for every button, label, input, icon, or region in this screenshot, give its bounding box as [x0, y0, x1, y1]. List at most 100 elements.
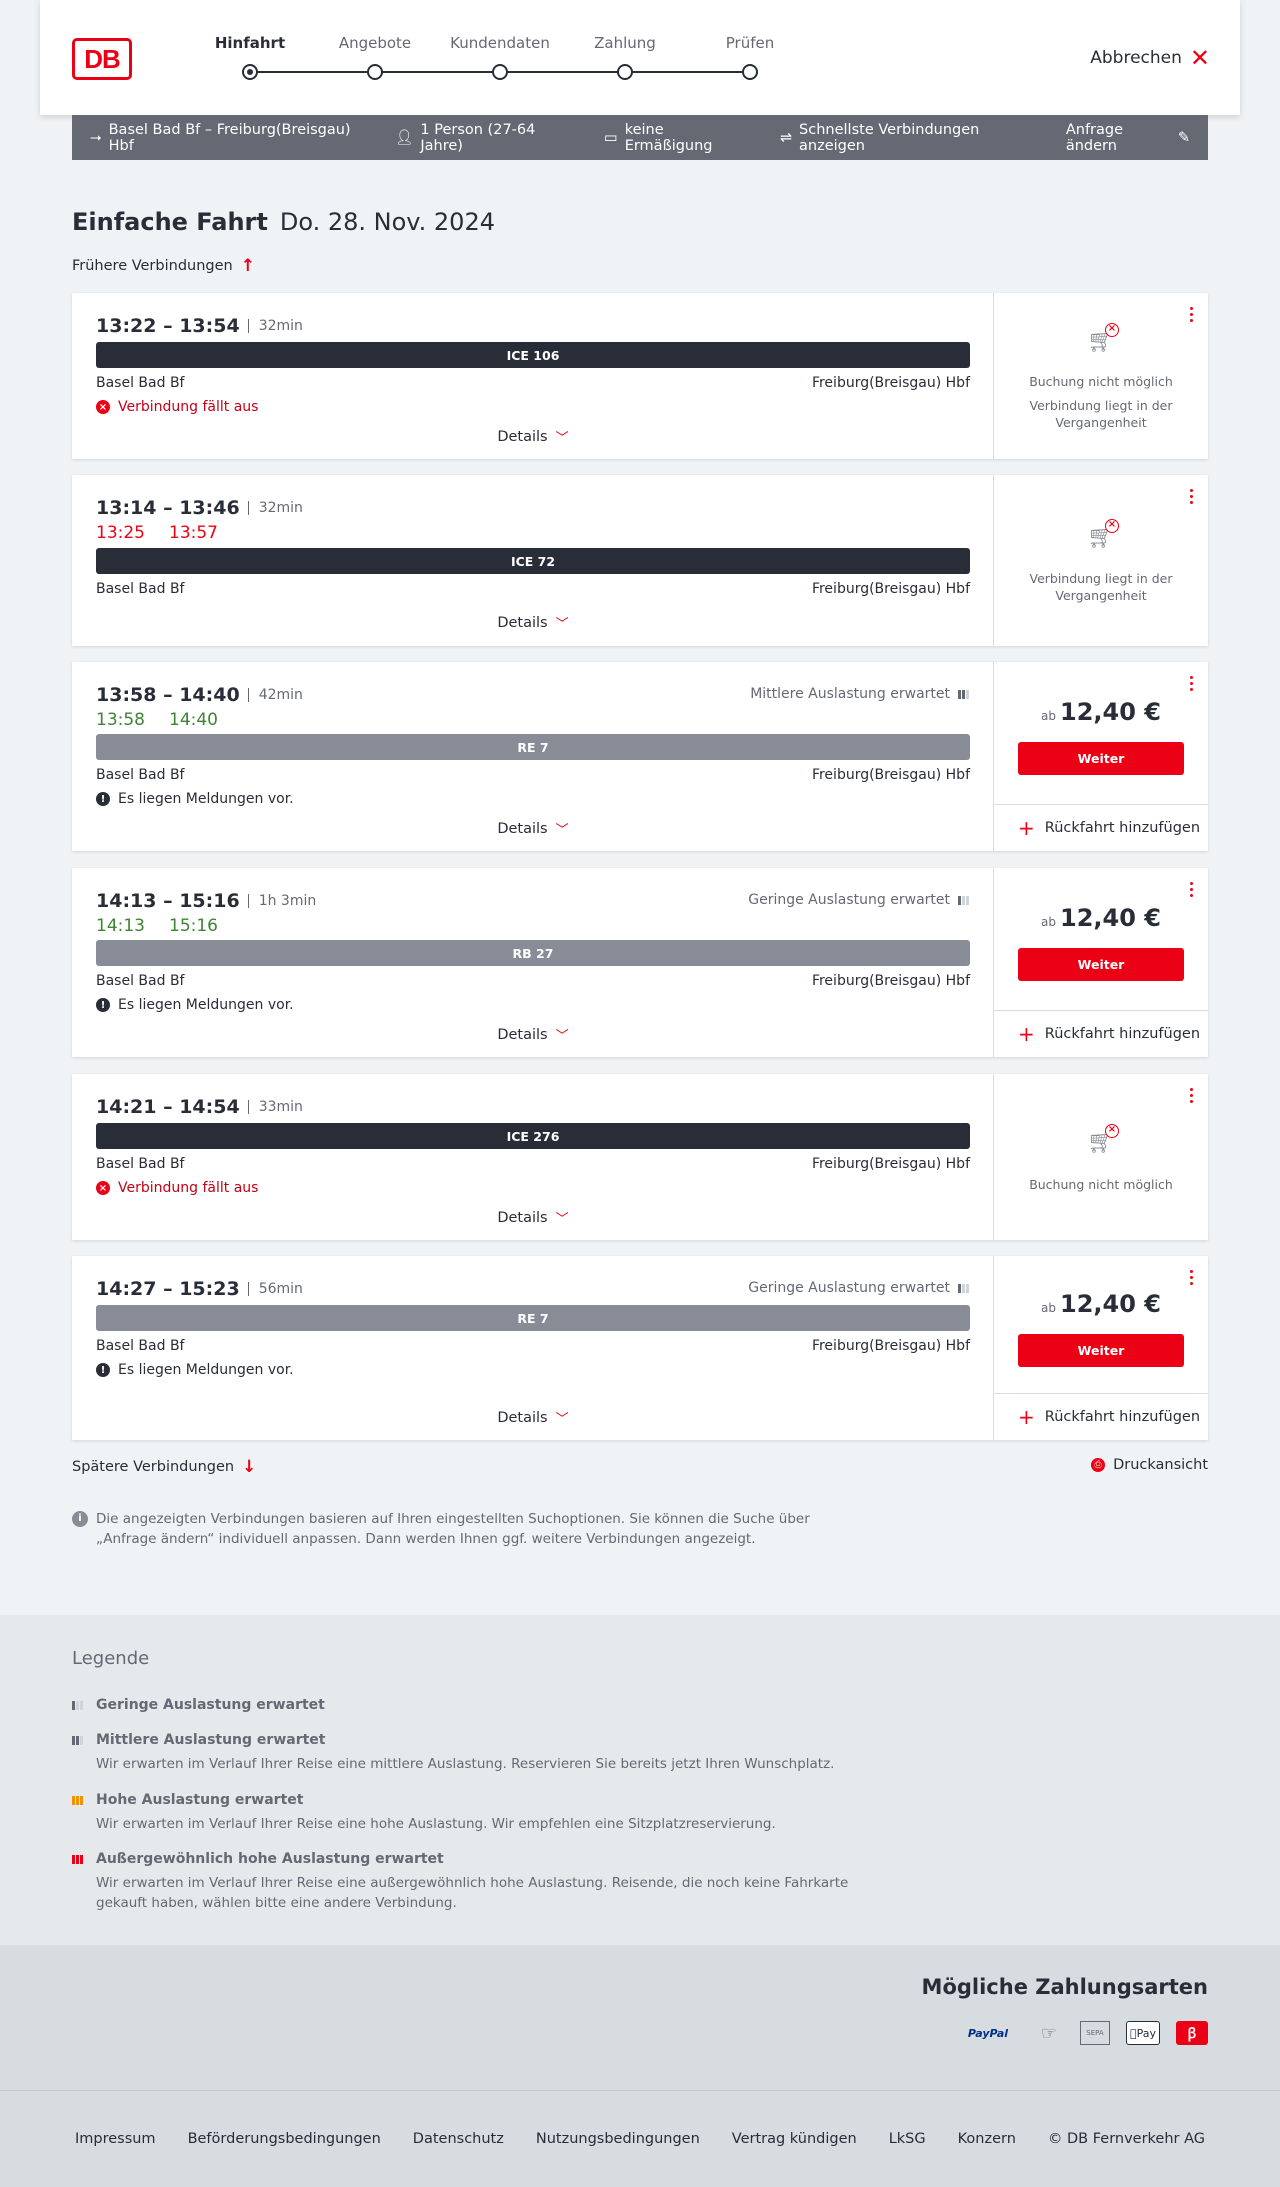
cart-unavailable-icon: 🛒︎ — [994, 323, 1208, 354]
more-options-icon[interactable] — [1188, 489, 1194, 504]
price-prefix: ab — [1041, 915, 1056, 929]
to-station: Freiburg(Breisgau) Hbf — [811, 767, 970, 783]
legend-title: Legende — [72, 1648, 150, 1669]
occupancy-icon — [958, 1283, 969, 1293]
more-options-icon[interactable] — [1188, 307, 1194, 322]
footer-link-impressum[interactable]: Impressum — [75, 2131, 156, 2147]
print-view-link[interactable]: ⎙ Druckansicht — [1091, 1457, 1208, 1473]
realtime-times: 14:13 15:16 — [96, 916, 218, 936]
step-kundendaten: Kundendaten — [440, 34, 560, 80]
notice-message[interactable]: ! Es liegen Meldungen vor. — [96, 997, 294, 1013]
cancel-icon: × — [96, 1181, 110, 1195]
paypal-icon: PayPal — [967, 2026, 1009, 2040]
to-station: Freiburg(Breisgau) Hbf — [811, 375, 970, 391]
train-bar[interactable]: ICE 276 — [96, 1123, 970, 1149]
occupancy-indicator: Geringe Auslastung erwartet — [748, 1280, 969, 1296]
cart-unavailable-icon: 🛒︎ — [994, 519, 1208, 550]
footer: Impressum Beförderungsbedingungen Datens… — [0, 2090, 1280, 2187]
details-label: Details — [497, 820, 548, 837]
realtime-arrival: 14:40 — [169, 710, 218, 730]
legend-item-low: Geringe Auslastung erwartet — [72, 1697, 852, 1713]
details-toggle[interactable]: Details ﹀ — [72, 1408, 994, 1428]
edit-label: Anfrage ändern — [1065, 121, 1124, 154]
booking-panel: 🛒︎ Buchung nicht möglich Verbindung lieg… — [994, 293, 1208, 459]
duration: 32min — [247, 319, 303, 333]
footer-link-konzern[interactable]: Konzern — [958, 2131, 1016, 2147]
details-toggle[interactable]: Details ﹀ — [72, 1208, 994, 1228]
more-options-icon[interactable] — [1188, 882, 1194, 897]
legend-item-desc: Wir erwarten im Verlauf Ihrer Reise eine… — [96, 1875, 849, 1911]
scheduled-times: 14:21 – 14:54 — [96, 1096, 240, 1118]
train-bar[interactable]: ICE 72 — [96, 548, 970, 574]
details-toggle[interactable]: Details ﹀ — [72, 613, 994, 633]
cancellation-message: × Verbindung fällt aus — [96, 399, 258, 415]
realtime-arrival: 15:16 — [169, 916, 218, 936]
earlier-label: Frühere Verbindungen — [72, 258, 233, 274]
more-options-icon[interactable] — [1188, 1270, 1194, 1285]
step-dot — [492, 64, 508, 80]
more-options-icon[interactable] — [1188, 676, 1194, 691]
step-hinfahrt[interactable]: Hinfahrt — [190, 34, 310, 80]
stations: Basel Bad Bf Freiburg(Breisgau) Hbf — [96, 1338, 970, 1354]
footer-link-befoerderung[interactable]: Beförderungsbedingungen — [188, 2131, 381, 2147]
train-bar[interactable]: RE 7 — [96, 734, 970, 760]
train-bar[interactable]: RE 7 — [96, 1305, 970, 1331]
from-station: Basel Bad Bf — [96, 375, 185, 391]
add-return-button[interactable]: + Rückfahrt hinzufügen — [994, 1393, 1208, 1440]
alert-icon: ! — [96, 1363, 110, 1377]
footer-link-lksg[interactable]: LkSG — [889, 2131, 926, 2147]
continue-button[interactable]: Weiter — [1018, 948, 1184, 981]
earlier-connections-link[interactable]: Frühere Verbindungen ↑ — [72, 256, 255, 276]
continue-button[interactable]: Weiter — [1018, 742, 1184, 775]
realtime-arrival: 13:57 — [169, 523, 218, 543]
stations: Basel Bad Bf Freiburg(Breisgau) Hbf — [96, 375, 970, 391]
connection-card: 13:22 – 13:54 32min ICE 106 Basel Bad Bf F… — [72, 293, 1208, 459]
step-label: Prüfen — [725, 34, 775, 52]
low-occupancy-icon — [72, 1700, 89, 1710]
details-label: Details — [497, 614, 548, 631]
legend-item-medium: Mittlere Auslastung erwartet Wir erwarte… — [72, 1732, 852, 1774]
footer-link-nutzung[interactable]: Nutzungsbedingungen — [536, 2131, 700, 2147]
payment-title: Mögliche Zahlungsarten — [921, 1975, 1208, 1999]
legend-item-title: Geringe Auslastung erwartet — [96, 1697, 325, 1713]
footer-link-kuendigen[interactable]: Vertrag kündigen — [732, 2131, 857, 2147]
connection-times: 14:21 – 14:54 33min — [96, 1096, 303, 1118]
footer-link-datenschutz[interactable]: Datenschutz — [413, 2131, 504, 2147]
step-label: Zahlung — [594, 34, 656, 52]
details-toggle[interactable]: Details ﹀ — [72, 819, 994, 839]
details-toggle[interactable]: Details ﹀ — [72, 1025, 994, 1045]
db-payment-icon: ꞵ — [1176, 2021, 1208, 2045]
message-label: Es liegen Meldungen vor. — [118, 1362, 294, 1378]
details-label: Details — [497, 1209, 548, 1226]
notice-message[interactable]: ! Es liegen Meldungen vor. — [96, 1362, 294, 1378]
step-label: Kundendaten — [450, 34, 550, 52]
connection-details: 13:14 – 13:46 32min 13:25 13:57 ICE 72 Bas… — [72, 475, 994, 646]
message-label: Verbindung fällt aus — [118, 1180, 259, 1196]
plus-icon: + — [1018, 816, 1035, 840]
realtime-times: 13:25 13:57 — [96, 523, 218, 543]
occupancy-label: Geringe Auslastung erwartet — [748, 892, 950, 908]
train-bar[interactable]: RB 27 — [96, 940, 970, 966]
occupancy-icon — [958, 895, 969, 905]
add-return-button[interactable]: + Rückfahrt hinzufügen — [994, 804, 1208, 851]
later-connections-link[interactable]: Spätere Verbindungen ↓ — [72, 1457, 256, 1477]
connection-details: 13:58 – 14:40 42min Mittlere Auslastung e… — [72, 662, 994, 851]
continue-button[interactable]: Weiter — [1018, 1334, 1184, 1367]
notice-message[interactable]: ! Es liegen Meldungen vor. — [96, 791, 294, 807]
connection-times: 14:13 – 15:16 1h 3min — [96, 890, 316, 912]
connection-times: 14:27 – 15:23 56min — [96, 1278, 303, 1300]
booking-panel: ab 12,40 € Weiter + Rückfahrt hinzufügen — [994, 868, 1208, 1057]
edit-request-button[interactable]: Anfrage ändern ✎ — [1066, 122, 1190, 154]
more-options-icon[interactable] — [1188, 1088, 1194, 1103]
cancel-button[interactable]: Abbrechen ✕ — [1090, 46, 1210, 70]
price-value: 12,40 € — [1060, 904, 1161, 932]
details-label: Details — [497, 1026, 548, 1043]
step-label: Angebote — [338, 34, 412, 52]
legend-item-title: Hohe Auslastung erwartet — [96, 1792, 304, 1808]
details-toggle[interactable]: Details ﹀ — [72, 427, 994, 447]
fastest-toggle[interactable]: ⇌ Schnellste Verbindungen anzeigen — [780, 122, 1032, 154]
train-bar[interactable]: ICE 106 — [96, 342, 970, 368]
add-return-button[interactable]: + Rückfahrt hinzufügen — [994, 1010, 1208, 1057]
db-logo[interactable]: DB — [72, 38, 132, 80]
scheduled-times: 14:27 – 15:23 — [96, 1278, 240, 1300]
